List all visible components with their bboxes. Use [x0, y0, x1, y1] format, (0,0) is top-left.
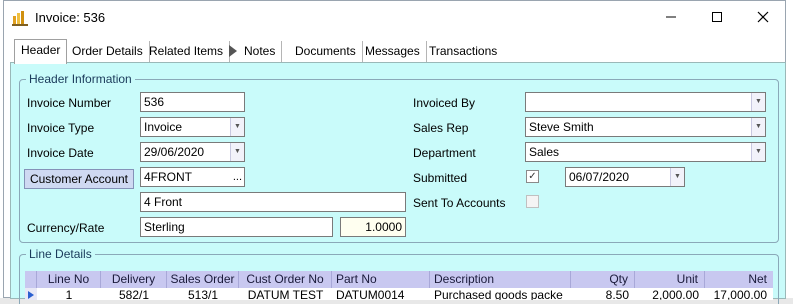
table-cell[interactable]: DATUM0014: [332, 288, 430, 300]
maximize-icon: [712, 12, 722, 22]
tab-label: Messages: [365, 44, 420, 58]
column-header[interactable]: Sales Order: [167, 271, 239, 288]
header-panel: Header Information Invoice Number 536 In…: [10, 62, 786, 304]
department-select[interactable]: Sales ▼: [525, 142, 766, 162]
dropdown-arrow-icon[interactable]: ▼: [670, 168, 684, 186]
column-header[interactable]: Part No: [332, 271, 430, 288]
table-cell[interactable]: 513/1: [167, 288, 239, 300]
tab-notes[interactable]: Notes: [222, 41, 283, 63]
currency-field[interactable]: Sterling: [140, 217, 333, 237]
customer-account-value: 4FRONT: [144, 170, 192, 184]
table-cell[interactable]: DATUM TEST: [239, 288, 332, 300]
column-header[interactable]: Description: [430, 271, 571, 288]
customer-name-field[interactable]: 4 Front: [140, 192, 406, 212]
tab-messages[interactable]: Messages: [359, 41, 427, 63]
dropdown-arrow-icon[interactable]: ▼: [751, 143, 765, 161]
submitted-date-picker[interactable]: 06/07/2020 ▼: [565, 167, 685, 187]
rate-field[interactable]: 1.0000: [340, 217, 406, 237]
tab-label: Documents: [295, 44, 356, 58]
invoice-date-label: Invoice Date: [27, 146, 94, 160]
tab-transactions[interactable]: Transactions: [423, 41, 503, 63]
submitted-label: Submitted: [413, 171, 468, 185]
dropdown-arrow-icon[interactable]: ▼: [751, 93, 765, 111]
column-header[interactable]: Unit: [635, 271, 705, 288]
tab-order-details[interactable]: Order Details: [66, 41, 150, 63]
invoice-number-label: Invoice Number: [27, 96, 112, 110]
invoice-number-field[interactable]: 536: [140, 92, 245, 112]
tab-scroll-arrow-icon: [229, 45, 237, 57]
customer-lookup-button[interactable]: ...: [233, 168, 242, 186]
title-bar: Invoice: 536: [4, 1, 785, 35]
tab-strip: Header Order Details Related Items Notes…: [4, 37, 785, 64]
window-title: Invoice: 536: [35, 10, 106, 25]
invoiced-by-label: Invoiced By: [413, 96, 476, 110]
column-header[interactable]: Cust Order No: [239, 271, 332, 288]
tab-label: Related Items: [149, 44, 224, 58]
table-cell[interactable]: 582/1: [101, 288, 167, 300]
table-cell[interactable]: 2,000.00: [635, 288, 705, 300]
invoice-type-select[interactable]: Invoice ▼: [140, 117, 245, 137]
submitted-checkbox[interactable]: ✓: [526, 170, 539, 183]
sales-rep-select[interactable]: Steve Smith ▼: [525, 117, 766, 137]
line-details-grid[interactable]: Line No Delivery Sales Order Cust Order …: [25, 271, 773, 300]
invoice-date-picker[interactable]: 29/06/2020 ▼: [140, 142, 245, 162]
tab-label: Order Details: [72, 44, 143, 58]
customer-account-button[interactable]: Customer Account: [24, 169, 134, 189]
tab-related-items[interactable]: Related Items: [143, 41, 231, 63]
invoiced-by-select[interactable]: ▼: [525, 92, 766, 112]
row-selector-header: [25, 271, 37, 288]
minimize-icon: [666, 16, 676, 18]
sales-rep-value: Steve Smith: [529, 120, 594, 134]
column-header[interactable]: Qty: [571, 271, 635, 288]
close-button[interactable]: [740, 1, 786, 33]
row-selector[interactable]: [25, 288, 37, 300]
invoice-window: Invoice: 536 Header Order Details Relate…: [3, 0, 786, 304]
dropdown-arrow-icon[interactable]: ▼: [751, 118, 765, 136]
dropdown-arrow-icon[interactable]: ▼: [230, 143, 244, 161]
row-selector-arrow-icon: [28, 291, 34, 299]
submitted-date-value: 06/07/2020: [569, 170, 630, 184]
table-cell[interactable]: Purchased goods packe: [430, 288, 571, 300]
tab-documents[interactable]: Documents: [289, 41, 363, 63]
table-cell[interactable]: 8.50: [571, 288, 635, 300]
app-icon: [12, 11, 28, 26]
invoice-type-value: Invoice: [144, 120, 183, 134]
group-label: Header Information: [26, 72, 135, 86]
table-cell[interactable]: 17,000.00: [705, 288, 773, 300]
grid-header: Line No Delivery Sales Order Cust Order …: [25, 271, 773, 288]
column-header[interactable]: Line No: [37, 271, 101, 288]
column-header[interactable]: Delivery: [101, 271, 167, 288]
tab-label: Header: [21, 43, 61, 57]
dropdown-arrow-icon[interactable]: ▼: [230, 118, 244, 136]
department-value: Sales: [529, 145, 560, 159]
maximize-button[interactable]: [694, 1, 740, 33]
column-header[interactable]: Net: [705, 271, 773, 288]
minimize-button[interactable]: [648, 1, 694, 33]
table-cell[interactable]: 1: [37, 288, 101, 300]
close-icon: [757, 11, 769, 23]
department-label: Department: [413, 146, 476, 160]
group-label: Line Details: [26, 247, 95, 261]
sales-rep-label: Sales Rep: [413, 121, 469, 135]
tab-label: Notes: [244, 44, 276, 58]
background-right: [785, 0, 793, 298]
tab-header[interactable]: Header: [14, 39, 68, 64]
currency-rate-label: Currency/Rate: [27, 221, 105, 235]
invoice-date-value: 29/06/2020: [144, 145, 205, 159]
invoice-type-label: Invoice Type: [27, 121, 95, 135]
tab-label: Transactions: [429, 44, 498, 58]
sent-to-accounts-checkbox[interactable]: [526, 195, 539, 208]
customer-account-field[interactable]: 4FRONT ...: [140, 167, 245, 187]
sent-to-accounts-label: Sent To Accounts: [413, 196, 506, 210]
